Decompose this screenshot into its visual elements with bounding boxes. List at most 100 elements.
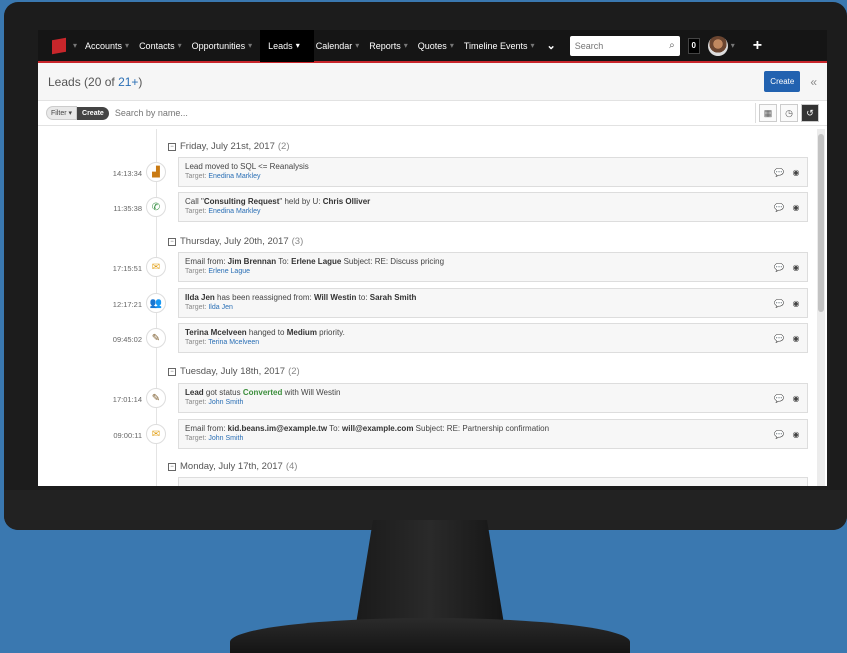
nav-accounts[interactable]: Accounts ▾ — [83, 30, 137, 62]
date-group-header[interactable]: − Thursday, July 20th, 2017 (3) — [168, 236, 303, 247]
comment-icon[interactable]: 💬 — [772, 201, 786, 214]
event-text: Ilda Jen has been reassigned from: Will … — [185, 293, 801, 302]
target-link[interactable]: Enedina Markley — [208, 173, 260, 180]
collapse-box-icon[interactable]: − — [168, 142, 176, 151]
list-view-icon[interactable]: ▦ — [759, 104, 777, 122]
collapse-box-icon[interactable]: − — [168, 462, 176, 471]
view-icon[interactable]: ◉ — [789, 392, 803, 405]
event-text-bold: Erlene Lague — [291, 257, 342, 266]
comment-icon[interactable]: 💬 — [772, 332, 786, 345]
event-text-part: hanged to — [246, 328, 287, 337]
status-text: Converted — [242, 388, 283, 397]
view-icon[interactable]: ◉ — [789, 261, 803, 274]
scrollbar[interactable] — [817, 129, 825, 486]
view-icon[interactable]: ◉ — [789, 166, 803, 179]
event-text-part: to: — [356, 293, 370, 302]
nav-contacts[interactable]: Contacts ▾ — [137, 30, 190, 62]
top-nav: ▾ Accounts ▾ Contacts ▾ Opportunities ▾ Lea… — [38, 30, 827, 63]
nav-leads[interactable]: Leads ▾ — [260, 30, 314, 62]
event-text-part: with Will Westin — [282, 388, 341, 397]
event-text-bold: Consulting Request — [203, 197, 280, 206]
nav-label: Contacts — [139, 40, 175, 51]
quick-create-icon[interactable]: + — [753, 37, 762, 55]
user-menu-chevron-icon[interactable]: ▾ — [731, 41, 735, 50]
global-search-input[interactable] — [574, 40, 655, 51]
timeline-event[interactable]: Call "Consulting Request" held by U: Chr… — [178, 192, 808, 222]
date-label: Monday, July 17th, 2017 — [180, 461, 283, 472]
timeline-event-partial[interactable] — [178, 477, 808, 486]
name-search-input[interactable] — [114, 103, 756, 123]
event-time: 17:15:51 — [112, 264, 142, 273]
users-icon: 👥 — [146, 293, 166, 313]
nav-label: Timeline Events — [463, 40, 528, 51]
timeline-event[interactable]: Lead got status Converted with Will West… — [178, 383, 808, 413]
view-icon[interactable]: ◉ — [789, 201, 803, 214]
date-group-header[interactable]: − Tuesday, July 18th, 2017 (2) — [168, 366, 300, 377]
date-label: Friday, July 21st, 2017 — [180, 141, 275, 152]
logo-caret-icon[interactable]: ▾ — [73, 41, 77, 50]
email-icon: ✉ — [146, 424, 166, 444]
target-link[interactable]: Terina Mcelveen — [208, 339, 259, 346]
target-link[interactable]: Ilda Jen — [208, 304, 233, 311]
view-icon[interactable]: ◉ — [789, 332, 803, 345]
view-icon[interactable]: ◉ — [789, 428, 803, 441]
monitor-base — [230, 618, 630, 653]
notification-badge[interactable]: 0 — [687, 37, 700, 54]
collapse-box-icon[interactable]: − — [168, 367, 176, 376]
target-link[interactable]: John Smith — [208, 399, 243, 406]
email-icon: ✉ — [146, 257, 166, 277]
page-header: Leads (20 of 21+) Create « — [38, 63, 827, 101]
history-view-icon[interactable]: ↺ — [801, 104, 819, 122]
title-text: Leads (20 of — [48, 74, 119, 89]
event-text-bold: Chris Olliver — [322, 197, 371, 206]
avatar[interactable] — [707, 35, 728, 56]
app-logo-icon[interactable] — [52, 37, 66, 54]
group-count: (2) — [288, 366, 300, 377]
nav-label: Accounts — [85, 40, 123, 51]
target-link[interactable]: John Smith — [208, 435, 243, 442]
chevron-down-icon: ▾ — [403, 41, 408, 50]
timeline-event[interactable]: Ilda Jen has been reassigned from: Will … — [178, 288, 808, 318]
nav-timeline-events[interactable]: Timeline Events ▾ — [462, 30, 543, 62]
nav-opportunities[interactable]: Opportunities ▾ — [190, 30, 261, 62]
nav-reports[interactable]: Reports ▾ — [367, 30, 416, 62]
event-time: 12:17:21 — [112, 300, 142, 309]
event-text: Lead got status Converted with Will West… — [185, 388, 801, 397]
date-group-header[interactable]: − Friday, July 21st, 2017 (2) — [168, 141, 290, 152]
view-icon[interactable]: ◉ — [789, 297, 803, 310]
search-icon[interactable]: ⌕ — [669, 40, 675, 51]
event-text-bold: Jim Brennan — [227, 257, 277, 266]
nav-label: Leads — [268, 40, 293, 51]
timeline-event[interactable]: Email from: Jim Brennan To: Erlene Lague… — [178, 252, 808, 282]
event-text-bold: Terina Mcelveen — [185, 328, 247, 337]
collapse-box-icon[interactable]: − — [168, 237, 176, 246]
target-link[interactable]: Enedina Markley — [208, 208, 260, 215]
comment-icon[interactable]: 💬 — [772, 392, 786, 405]
comment-icon[interactable]: 💬 — [772, 428, 786, 441]
global-search[interactable]: ⌕ — [569, 35, 680, 56]
record-count-link[interactable]: 21+ — [118, 75, 138, 89]
event-text: Email from: kid.beans.im@example.tw To: … — [185, 424, 801, 433]
collapse-icon[interactable]: « — [810, 75, 817, 89]
comment-icon[interactable]: 💬 — [772, 166, 786, 179]
filter-button[interactable]: Filter ▾ — [46, 106, 78, 120]
group-count: (2) — [277, 141, 290, 152]
comment-icon[interactable]: 💬 — [772, 261, 786, 274]
timeline-event[interactable]: Terina Mcelveen hanged to Medium priorit… — [178, 323, 808, 353]
filter-create-button[interactable]: Create — [77, 106, 109, 120]
timeline-event[interactable]: Lead moved to SQL <= Reanalysis Target: … — [178, 157, 808, 187]
screen: ▾ Accounts ▾ Contacts ▾ Opportunities ▾ Lea… — [38, 30, 827, 486]
nav-quotes[interactable]: Quotes ▾ — [416, 30, 462, 62]
date-group-header[interactable]: − Monday, July 17th, 2017 (4) — [168, 461, 297, 472]
timeline-event[interactable]: Email from: kid.beans.im@example.tw To: … — [178, 419, 808, 449]
activity-view-icon[interactable]: ◷ — [780, 104, 798, 122]
nav-label: Opportunities — [191, 40, 246, 51]
comment-icon[interactable]: 💬 — [772, 297, 786, 310]
nav-calendar[interactable]: Calendar ▾ — [314, 30, 368, 62]
target-link[interactable]: Erlene Lague — [208, 268, 250, 275]
create-button[interactable]: Create — [764, 71, 801, 92]
scrollbar-thumb[interactable] — [818, 134, 824, 312]
event-text-part: has been reassigned from: — [214, 293, 314, 302]
more-menu-icon[interactable]: ⌄ — [547, 39, 556, 52]
filter-bar: Filter ▾ Create ▦ ◷ ↺ — [38, 101, 827, 126]
